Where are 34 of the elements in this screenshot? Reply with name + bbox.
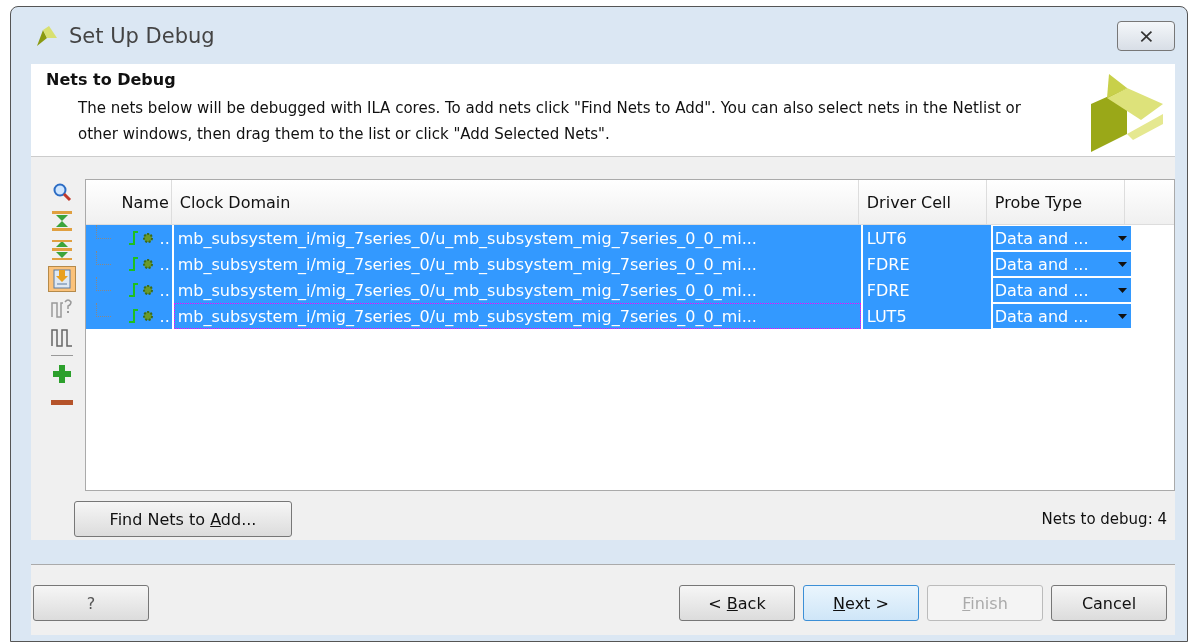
column-header[interactable]: Probe Type — [986, 180, 1125, 224]
wizard-button[interactable]: Next > — [803, 585, 919, 621]
caret-icon — [1117, 287, 1127, 293]
nets-count: Nets to debug: 4 — [1041, 510, 1167, 528]
page-description: The nets below will be debugged with ILA cores. To add nets click "Find Nets to Add". You can also select nets in the Netlist or other windows, then drag them to the list or click "Add Selected Nets". — [78, 98, 1022, 145]
clock-domain-cell: mb_subsystem_i/mig_7series_0/u_mb_subsystem_mig_7series_0_0_mi... — [173, 277, 861, 303]
net-name: .. — [159, 280, 170, 300]
caret-icon — [1117, 261, 1127, 267]
clock-domain-cell: mb_subsystem_i/mig_7series_0/u_mb_subsystem_mig_7series_0_0_mi... — [173, 225, 861, 251]
clock-domain-cell: mb_subsystem_i/mig_7series_0/u_mb_subsystem_mig_7series_0_0_mi... — [173, 251, 861, 277]
wizard-button[interactable]: < Back — [679, 585, 795, 621]
driver-cell: FDRE — [862, 251, 991, 277]
driver-cell: LUT6 — [862, 225, 991, 251]
wizard-button[interactable]: Cancel — [1051, 585, 1167, 621]
driver-cell: LUT5 — [862, 303, 991, 329]
caret-icon — [1117, 313, 1127, 319]
window-title: Set Up Debug — [69, 23, 215, 48]
net-name: .. — [159, 254, 170, 274]
minus-icon — [50, 399, 73, 407]
column-header[interactable]: Name — [85, 180, 172, 224]
logo-icon — [35, 23, 59, 48]
caret-icon — [1117, 235, 1127, 241]
logo-icon — [1089, 74, 1165, 154]
import-button[interactable] — [47, 266, 76, 292]
net-name: .. — [159, 306, 170, 326]
close-button[interactable]: ⨯ — [1117, 20, 1175, 51]
column-header[interactable]: Driver Cell — [858, 180, 987, 224]
net-name: .. — [159, 228, 170, 248]
driver-cell: FDRE — [862, 277, 991, 303]
help-button[interactable]: ? — [33, 585, 149, 621]
find-nets-button[interactable]: Find Nets to Add... — [74, 501, 292, 537]
page-title: Nets to Debug — [46, 70, 177, 89]
column-header[interactable]: Clock Domain — [171, 180, 859, 224]
clock-domain-cell: mb_subsystem_i/mig_7series_0/u_mb_subsystem_mig_7series_0_0_mi... — [173, 303, 861, 329]
